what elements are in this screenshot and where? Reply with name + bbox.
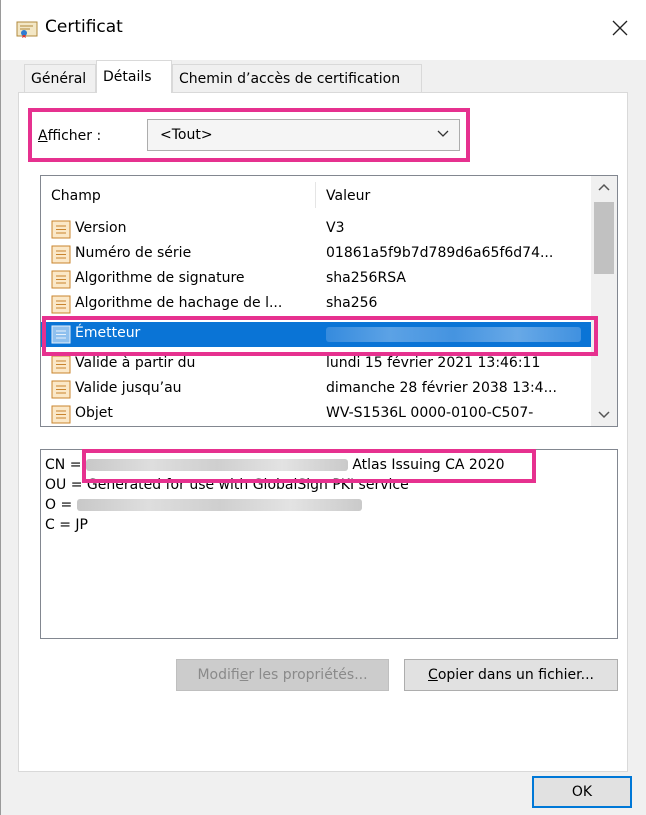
tab-label: Chemin d’accès de certification [179, 70, 401, 87]
window-title: Certificat [45, 17, 123, 37]
ok-label: OK [571, 784, 593, 800]
column-header-value[interactable]: Valeur [326, 188, 370, 204]
list-header: Champ Valeur [41, 176, 591, 214]
vertical-scrollbar[interactable] [591, 176, 617, 426]
scroll-down-button[interactable] [591, 404, 617, 426]
field-icon [51, 220, 71, 239]
scrollbar-thumb[interactable] [594, 202, 614, 274]
row-field: Valide à partir du [75, 355, 196, 371]
redacted-value [326, 327, 581, 342]
row-value: sha256 [326, 295, 378, 311]
row-field: Valide jusqu’au [75, 380, 182, 396]
copy-to-file-accelerator: C [428, 667, 438, 683]
chevron-up-icon [598, 183, 610, 191]
edit-properties-label: Modifi [197, 667, 240, 683]
list-row-valid-to[interactable]: Valide jusqu’au dimanche 28 février 2038… [41, 377, 591, 402]
show-label: Afficher : [38, 128, 101, 144]
detail-cn-prefix: CN = [45, 457, 82, 473]
detail-o: O = [45, 497, 362, 513]
show-label-text: fficher : [47, 128, 102, 144]
certificate-icon [16, 21, 38, 38]
row-field: Algorithme de hachage de l... [75, 295, 283, 311]
list-row-hash-algorithm[interactable]: Algorithme de hachage de l... sha256 [41, 292, 591, 317]
close-button[interactable] [602, 10, 638, 46]
chevron-down-icon [598, 411, 610, 419]
redacted-text [76, 499, 362, 511]
row-value: WV-S1536L 0000-0100-C507- [326, 405, 534, 421]
scroll-up-button[interactable] [591, 176, 617, 198]
copy-to-file-label: opier dans un fichier... [437, 667, 594, 683]
field-icon [51, 355, 71, 374]
list-row-valid-from[interactable]: Valide à partir du lundi 15 février 2021… [41, 352, 591, 377]
field-icon [51, 405, 71, 424]
ok-button[interactable]: OK [532, 776, 632, 808]
close-icon [612, 20, 628, 36]
field-icon [51, 295, 71, 314]
field-list[interactable]: Champ Valeur Version V3 Numéro de série … [40, 175, 618, 427]
show-dropdown-value: <Tout> [160, 127, 213, 143]
tab-label: Général [31, 70, 87, 87]
redacted-text [85, 459, 348, 471]
tab-certification-path[interactable]: Chemin d’accès de certification [172, 64, 422, 92]
tab-details[interactable]: Détails [96, 60, 172, 93]
row-field: Version [75, 220, 127, 236]
certificate-dialog: Certificat Général Détails Chemin d’accè… [0, 0, 646, 815]
row-value: 01861a5f9b7d789d6a65f6d74... [326, 245, 554, 261]
edit-properties-label-rest: r les propriétés... [248, 667, 368, 683]
detail-c: C = JP [45, 517, 88, 533]
edit-properties-accelerator: e [239, 667, 249, 683]
row-value: sha256RSA [326, 270, 406, 286]
detail-ou: OU = Generated for use with GlobalSign P… [45, 477, 409, 493]
row-value: V3 [326, 220, 345, 236]
field-icon [51, 245, 71, 264]
window-border [0, 0, 1, 815]
show-dropdown[interactable]: <Tout> [147, 119, 460, 151]
list-row-subject[interactable]: Objet WV-S1536L 0000-0100-C507- [41, 402, 591, 426]
detail-cn: CN = Atlas Issuing CA 2020 [45, 457, 505, 473]
row-value: lundi 15 février 2021 13:46:11 [326, 355, 541, 371]
list-row-signature-algorithm[interactable]: Algorithme de signature sha256RSA [41, 267, 591, 292]
tab-general[interactable]: Général [24, 64, 96, 92]
show-label-accelerator: A [38, 128, 48, 144]
column-divider[interactable] [315, 182, 316, 208]
copy-to-file-button[interactable]: Copier dans un fichier... [404, 659, 618, 691]
tab-label: Détails [103, 69, 152, 85]
field-detail-box[interactable]: CN = Atlas Issuing CA 2020 OU = Generate… [40, 449, 618, 639]
list-row-version[interactable]: Version V3 [41, 217, 591, 242]
row-field: Objet [75, 405, 113, 421]
column-header-field[interactable]: Champ [51, 188, 101, 204]
row-field: Numéro de série [75, 245, 192, 261]
field-icon [51, 380, 71, 399]
title-bar[interactable]: Certificat [1, 0, 646, 60]
detail-cn-value: Atlas Issuing CA 2020 [352, 457, 505, 473]
field-icon [51, 270, 71, 289]
row-field: Émetteur [75, 325, 141, 341]
list-row-serial-number[interactable]: Numéro de série 01861a5f9b7d789d6a65f6d7… [41, 242, 591, 267]
row-field: Algorithme de signature [75, 270, 245, 286]
detail-o-prefix: O = [45, 497, 73, 513]
field-icon [51, 325, 71, 344]
chevron-down-icon [437, 130, 449, 137]
row-value: dimanche 28 février 2038 13:4... [326, 380, 557, 396]
list-row-issuer[interactable]: Émetteur [41, 322, 591, 347]
edit-properties-button[interactable]: Modifi e r les propriétés... [176, 659, 389, 691]
